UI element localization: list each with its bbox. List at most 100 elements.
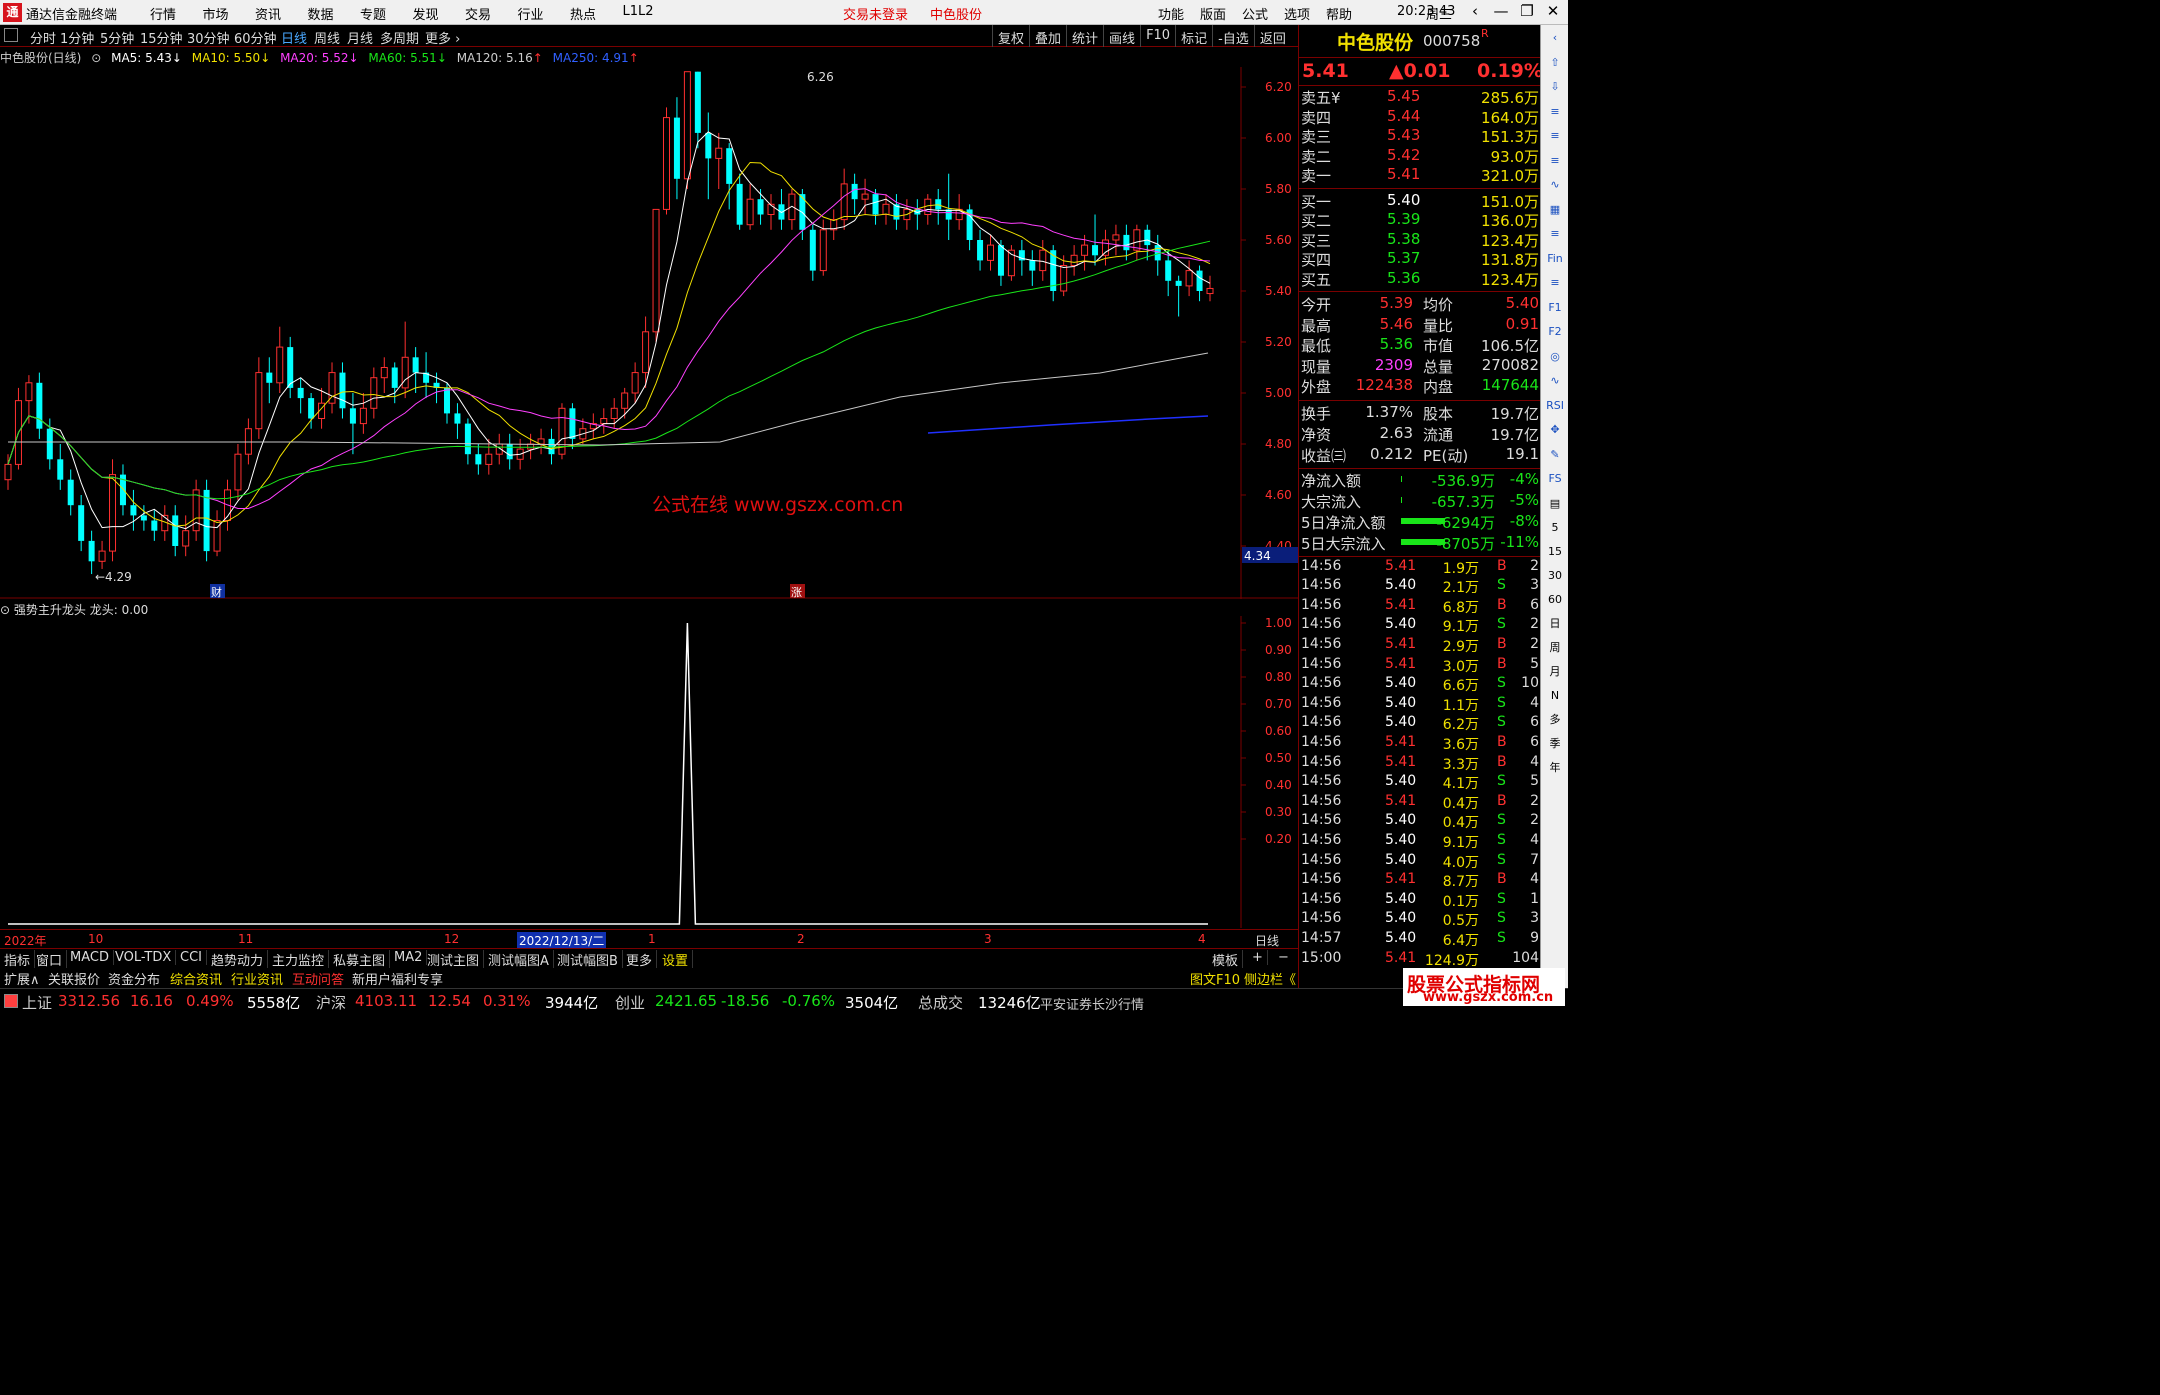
rmenu-4[interactable]: 帮助 [1326,4,1368,23]
minimize-button[interactable]: — [1488,2,1514,20]
period-tab-6[interactable]: 日线 [281,28,307,47]
kline-chart[interactable]: 4.404.604.805.005.205.405.605.806.006.20… [0,67,1298,599]
tool-btn-0[interactable]: 复权 [992,25,1029,47]
sz-index-label[interactable]: 沪深 [316,992,346,1013]
period-60-icon[interactable]: 60 [1546,591,1564,609]
current-stock-name[interactable]: 中色股份 [930,4,982,23]
indicator-tab-13[interactable]: 设置 [662,950,694,969]
menu-4[interactable]: 专题 [360,4,413,23]
back-icon[interactable]: ‹ [1462,2,1488,20]
remove-window-button[interactable]: − [1278,950,1293,965]
menu-1[interactable]: 市场 [203,4,256,23]
ask-row-3[interactable]: 卖三 5.43 151.3万 [1301,126,1539,146]
period-tab-1[interactable]: 1分钟 [60,28,94,47]
indicator-chart[interactable]: 0.20 0.30 0.40 0.50 0.60 0.70 0.80 0.90 1.00 [0,616,1298,928]
indicator-tab-12[interactable]: 更多 [626,950,658,969]
rsi-icon[interactable]: RSI [1546,397,1564,415]
period-tab-3[interactable]: 15分钟 [140,28,183,47]
maximize-button[interactable]: ❐ [1514,2,1540,20]
period-month-icon[interactable]: 月 [1546,663,1564,681]
period-quarter-icon[interactable]: 季 [1546,735,1564,753]
menu-6[interactable]: 交易 [465,4,518,23]
menu-9[interactable]: L1L2 [623,4,676,23]
bid-row-1[interactable]: 买一 5.40 151.0万 [1301,191,1539,211]
ask-row-4[interactable]: 卖四 5.44 164.0万 [1301,107,1539,127]
period-30-icon[interactable]: 30 [1546,567,1564,585]
period-5-icon[interactable]: 5 [1546,519,1564,537]
tool-btn-4[interactable]: F10 [1140,25,1175,47]
menu-0[interactable]: 行情 [150,4,203,23]
f1-icon[interactable]: F1 [1546,299,1564,317]
period-week-icon[interactable]: 周 [1546,639,1564,657]
ask-row-1[interactable]: 卖一 5.41 321.0万 [1301,165,1539,185]
f10-tab[interactable]: 图文F10 [1190,969,1240,988]
bid-row-3[interactable]: 买三 5.38 123.4万 [1301,230,1539,250]
indicator-tab-2[interactable]: MACD [70,950,114,965]
period-tab-7[interactable]: 周线 [314,28,340,47]
kline-icon[interactable]: ▦ [1546,201,1564,219]
indicator-tab-4[interactable]: CCI [180,950,207,965]
period-tab-2[interactable]: 5分钟 [100,28,134,47]
bid-row-4[interactable]: 买四 5.37 131.8万 [1301,249,1539,269]
target-icon[interactable]: ◎ [1546,348,1564,366]
ask-row-2[interactable]: 卖二 5.42 93.0万 [1301,146,1539,166]
legend-toggle-icon[interactable]: ⊙ [91,51,101,65]
list-icon[interactable]: ≡ [1546,103,1564,121]
period-tab-0[interactable]: 分时 [30,28,56,47]
indicator-tab-8[interactable]: MA2 [394,950,428,965]
period-day-icon[interactable]: 日 [1546,615,1564,633]
template-button[interactable]: 模板 [1212,950,1244,969]
indicator-tab-3[interactable]: VOL-TDX [115,950,177,965]
rmenu-0[interactable]: 功能 [1158,4,1200,23]
f2-icon[interactable]: F2 [1546,323,1564,341]
wave-icon[interactable]: ∿ [1546,372,1564,390]
ext-tab-4[interactable]: 行业资讯 [231,969,283,988]
ext-tab-3[interactable]: 综合资讯 [170,969,222,988]
bid-row-5[interactable]: 买五 5.36 123.4万 [1301,269,1539,289]
menu-8[interactable]: 热点 [570,4,623,23]
ext-tab-2[interactable]: 资金分布 [108,969,160,988]
tool-btn-3[interactable]: 画线 [1103,25,1140,47]
indicator-tab-6[interactable]: 主力监控 [272,950,330,969]
menu-5[interactable]: 发现 [413,4,466,23]
ext-tab-5[interactable]: 互动问答 [292,969,344,988]
stock-name[interactable]: 中色股份 [1337,28,1413,55]
period-year-icon[interactable]: 年 [1546,759,1564,777]
grid-icon[interactable]: ≡ [1546,127,1564,145]
trade-login-alert[interactable]: 交易未登录 [843,4,908,23]
rmenu-1[interactable]: 版面 [1200,4,1242,23]
indicator-tab-5[interactable]: 趋势动力 [211,950,269,969]
menu-7[interactable]: 行业 [518,4,571,23]
ext-tab-6[interactable]: 新用户福利专享 [352,969,443,988]
indicator-tab-7[interactable]: 私募主图 [333,950,391,969]
period-tab-5[interactable]: 60分钟 [234,28,277,47]
down-arrow-icon[interactable]: ⇩ [1546,78,1564,96]
fs-icon[interactable]: FS [1546,470,1564,488]
report-icon[interactable]: ≡ [1546,274,1564,292]
indicator-tab-1[interactable]: 窗口 [36,950,68,969]
tool-btn-6[interactable]: -自选 [1212,25,1254,47]
period-tab-4[interactable]: 30分钟 [187,28,230,47]
period-tab-8[interactable]: 月线 [347,28,373,47]
ext-tab-0[interactable]: 扩展∧ [4,969,40,988]
menu-2[interactable]: 资讯 [255,4,308,23]
bid-row-2[interactable]: 买二 5.39 136.0万 [1301,210,1539,230]
period-tab-9[interactable]: 多周期 [380,28,419,47]
cy-index-label[interactable]: 创业 [615,992,645,1013]
doc-icon[interactable]: ≡ [1546,225,1564,243]
trend-icon[interactable]: ∿ [1546,176,1564,194]
board-icon[interactable]: ▤ [1546,495,1564,513]
period-tab-10[interactable]: 更多 › [425,28,460,47]
period-n-icon[interactable]: N [1546,687,1564,705]
table-icon[interactable]: ≡ [1546,152,1564,170]
sh-index-label[interactable]: 上证 [22,992,52,1013]
tool-btn-1[interactable]: 叠加 [1029,25,1066,47]
tool-btn-7[interactable]: 返回 [1253,25,1291,47]
collapse-icon[interactable]: ‹ [1546,29,1564,47]
ask-row-5[interactable]: 卖五¥ 5.45 285.6万 [1301,87,1539,107]
tool-btn-5[interactable]: 标记 [1175,25,1212,47]
sidebar-toggle[interactable]: 侧边栏《 [1244,969,1296,988]
finance-icon[interactable]: Fin [1546,250,1564,268]
indicator-tab-10[interactable]: 测试幅图A [488,950,554,969]
indicator-toggle-icon[interactable]: ⊙ [0,603,10,617]
